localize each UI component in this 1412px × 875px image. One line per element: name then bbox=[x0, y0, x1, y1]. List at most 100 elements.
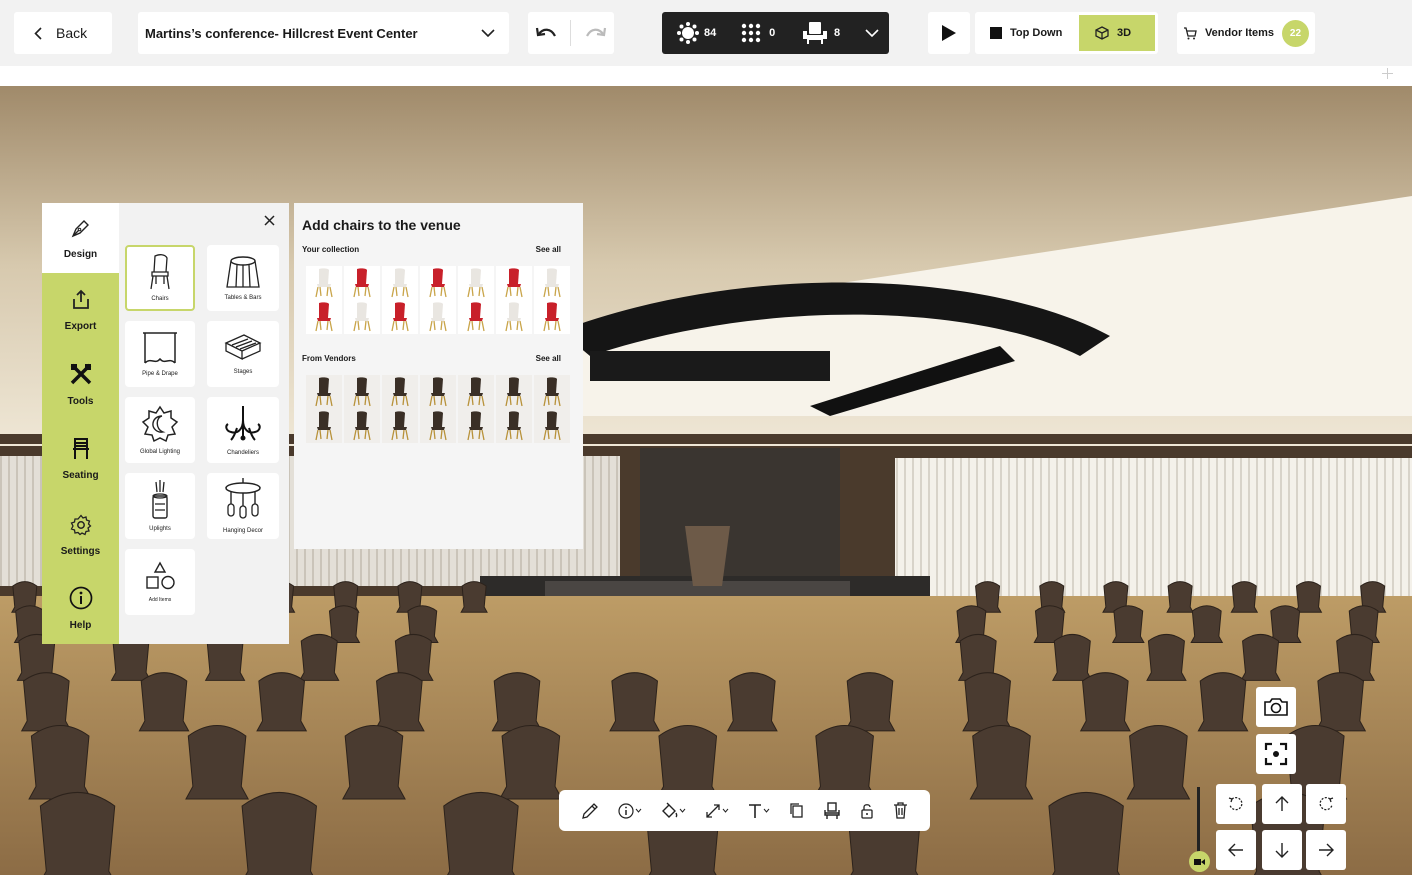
screenshot-button[interactable] bbox=[1256, 687, 1296, 727]
lock-open-icon[interactable] bbox=[860, 802, 874, 819]
undo-icon[interactable] bbox=[535, 26, 557, 40]
collection-chair-item[interactable] bbox=[534, 266, 570, 300]
vendor-chair-item[interactable] bbox=[458, 409, 494, 443]
vendor-chair-item[interactable] bbox=[496, 409, 532, 443]
vendor-chair-item[interactable] bbox=[458, 375, 494, 409]
category-label: Tables & Bars bbox=[224, 295, 262, 301]
sidebar-item-export[interactable]: Export bbox=[42, 273, 119, 348]
vendor-chair-item[interactable] bbox=[306, 409, 342, 443]
collection-chair-item[interactable] bbox=[496, 300, 532, 334]
move-right-button[interactable] bbox=[1306, 830, 1346, 870]
3d-button[interactable]: 3D bbox=[1079, 15, 1155, 51]
venue-chair bbox=[20, 672, 72, 732]
sidebar-item-seating[interactable]: Seating bbox=[42, 420, 119, 498]
collection-chair-item[interactable] bbox=[534, 300, 570, 334]
sidebar-item-settings[interactable]: Settings bbox=[42, 498, 119, 573]
collection-label: Your collection bbox=[302, 245, 360, 254]
sidebar-item-label: Export bbox=[64, 321, 97, 332]
category-add-items[interactable]: Add Items bbox=[125, 549, 195, 615]
grid-dots-icon bbox=[741, 23, 761, 43]
collection-chair-item[interactable] bbox=[344, 266, 380, 300]
trash-icon[interactable] bbox=[893, 802, 908, 819]
redo-icon[interactable] bbox=[585, 26, 607, 40]
category-chandeliers[interactable]: Chandeliers bbox=[207, 397, 279, 463]
sidebar-item-tools[interactable]: Tools bbox=[42, 348, 119, 420]
collection-chair-item[interactable] bbox=[420, 266, 456, 300]
venue-chair bbox=[655, 725, 720, 800]
3d-label: 3D bbox=[1117, 27, 1132, 39]
round-table-icon bbox=[677, 22, 699, 44]
collection-chair-item[interactable] bbox=[458, 300, 494, 334]
category-hanging-decor[interactable]: Hanging Decor bbox=[207, 473, 279, 539]
vendor-chair-item[interactable] bbox=[534, 409, 570, 443]
focus-icon bbox=[1264, 742, 1288, 766]
back-button[interactable]: Back bbox=[14, 12, 112, 54]
venue-chair bbox=[342, 725, 406, 800]
table-icon bbox=[226, 256, 260, 288]
collection-chair-item[interactable] bbox=[382, 266, 418, 300]
vendor-chair-item[interactable] bbox=[496, 375, 532, 409]
sidebar-item-help[interactable]: Help bbox=[42, 573, 119, 644]
chair-thumbnail-icon bbox=[505, 411, 523, 441]
sidebar-item-design[interactable]: Design bbox=[42, 203, 119, 273]
close-icon[interactable] bbox=[264, 215, 275, 226]
copy-icon[interactable] bbox=[789, 802, 804, 819]
venue-chair bbox=[1126, 725, 1191, 800]
chair-icon[interactable] bbox=[823, 801, 841, 820]
collection-chair-item[interactable] bbox=[496, 266, 532, 300]
collection-chair-item[interactable] bbox=[420, 300, 456, 334]
stats-dropdown[interactable]: 84 0 8 bbox=[662, 12, 889, 54]
venue-chair bbox=[609, 672, 661, 732]
text-dropdown[interactable] bbox=[748, 803, 770, 819]
category-chairs[interactable]: Chairs bbox=[125, 245, 195, 311]
video-camera-icon bbox=[1194, 858, 1205, 865]
focus-button[interactable] bbox=[1256, 734, 1296, 774]
vendor-chair-item[interactable] bbox=[344, 375, 380, 409]
vendor-chair-item[interactable] bbox=[420, 409, 456, 443]
see-all-link[interactable]: See all bbox=[536, 245, 561, 254]
info-dropdown[interactable] bbox=[618, 802, 642, 819]
category-stages[interactable]: Stages bbox=[207, 321, 279, 387]
category-label: Uplights bbox=[149, 526, 171, 532]
chair-thumbnail-icon bbox=[391, 268, 409, 298]
collection-chair-item[interactable] bbox=[382, 300, 418, 334]
zoom-handle[interactable] bbox=[1189, 851, 1210, 872]
venue-chair bbox=[443, 791, 519, 875]
venue-chair bbox=[962, 672, 1014, 732]
rotate-right-button[interactable] bbox=[1306, 784, 1346, 824]
stat-value: 84 bbox=[704, 27, 717, 39]
move-left-button[interactable] bbox=[1216, 830, 1256, 870]
seating-icon bbox=[72, 437, 89, 459]
top-down-button[interactable]: Top Down bbox=[978, 15, 1074, 51]
vendor-grid bbox=[306, 375, 575, 443]
vendor-chair-item[interactable] bbox=[534, 375, 570, 409]
vendor-chair-item[interactable] bbox=[382, 375, 418, 409]
vendor-chair-item[interactable] bbox=[420, 375, 456, 409]
category-uplights[interactable]: Uplights bbox=[125, 473, 195, 539]
chair-thumbnail-icon bbox=[543, 377, 561, 407]
venue-chair bbox=[1197, 672, 1249, 732]
fill-dropdown[interactable] bbox=[661, 802, 686, 819]
vendor-chair-item[interactable] bbox=[382, 409, 418, 443]
tools-icon bbox=[70, 363, 91, 384]
play-button[interactable] bbox=[928, 12, 970, 54]
drape-icon bbox=[143, 332, 177, 364]
category-pipe-drape[interactable]: Pipe & Drape bbox=[125, 321, 195, 387]
vendor-chair-item[interactable] bbox=[344, 409, 380, 443]
resize-dropdown[interactable] bbox=[705, 803, 729, 819]
vendor-items-button[interactable]: Vendor Items 22 bbox=[1177, 12, 1315, 54]
move-up-button[interactable] bbox=[1262, 784, 1302, 824]
collection-chair-item[interactable] bbox=[306, 300, 342, 334]
rotate-left-button[interactable] bbox=[1216, 784, 1256, 824]
event-select[interactable]: Martins’s conference- Hillcrest Event Ce… bbox=[138, 12, 509, 54]
collection-chair-item[interactable] bbox=[344, 300, 380, 334]
see-all-link[interactable]: See all bbox=[536, 354, 561, 363]
vendor-chair-item[interactable] bbox=[306, 375, 342, 409]
collection-chair-item[interactable] bbox=[306, 266, 342, 300]
move-down-button[interactable] bbox=[1262, 830, 1302, 870]
zoom-track[interactable] bbox=[1197, 787, 1200, 857]
category-global-lighting[interactable]: Global Lighting bbox=[125, 397, 195, 463]
pencil-icon[interactable] bbox=[581, 802, 599, 820]
collection-chair-item[interactable] bbox=[458, 266, 494, 300]
category-tables-bars[interactable]: Tables & Bars bbox=[207, 245, 279, 311]
